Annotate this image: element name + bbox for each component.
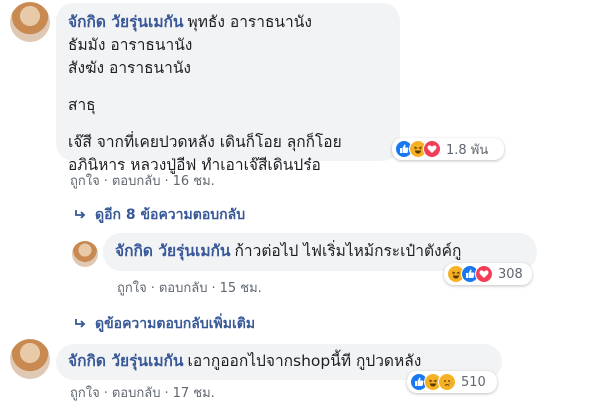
comment-timestamp[interactable]: 16 ชม. — [173, 174, 215, 189]
separator-dot: · — [103, 174, 108, 189]
comment-text-line: สังฆัง อาราธนานัง — [68, 59, 191, 77]
comment-actions: ถูกใจ · ตอบกลับ · 17 ชม. — [70, 382, 215, 403]
comment-author[interactable]: จักกิด วัยรุ่นเมกัน — [68, 13, 184, 31]
reply-timestamp[interactable]: 15 ชม. — [220, 281, 262, 296]
avatar[interactable] — [72, 241, 98, 267]
comment-text-line: พุทธัง อาราธนานัง — [187, 13, 312, 31]
separator-dot: · — [211, 281, 216, 296]
reaction-count: 510 — [461, 374, 486, 390]
comment-actions: ถูกใจ · ตอบกลับ · 16 ชม. — [70, 170, 215, 191]
reaction-count: 1.8 พัน — [446, 142, 489, 158]
view-more-replies-label: ดูข้อความตอบกลับเพิ่มเติม — [95, 316, 256, 332]
view-more-replies-link[interactable]: ดูข้อความตอบกลับเพิ่มเติม — [73, 313, 255, 335]
sad-icon — [438, 373, 456, 391]
separator-dot: · — [103, 386, 108, 401]
reply-arrow-icon — [75, 210, 86, 219]
separator-dot: · — [164, 386, 169, 401]
reaction-summary[interactable]: 1.8 พัน — [392, 138, 504, 160]
reply-author[interactable]: จักกิด วัยรุ่นเมกัน — [115, 242, 231, 260]
reply-actions: ถูกใจ · ตอบกลับ · 15 ชม. — [117, 277, 262, 298]
view-more-replies-link[interactable]: ดูอีก 8 ข้อความตอบกลับ — [73, 204, 245, 226]
comment-bubble: จักกิด วัยรุ่นเมกัน พุทธัง อาราธนานัง ธัม… — [56, 3, 400, 174]
comment-timestamp[interactable]: 17 ชม. — [173, 386, 215, 401]
view-more-replies-label: ดูอีก 8 ข้อความตอบกลับ — [95, 207, 246, 223]
avatar[interactable] — [10, 339, 50, 379]
avatar[interactable] — [10, 2, 50, 42]
reply-button[interactable]: ตอบกลับ — [159, 281, 208, 296]
like-button[interactable]: ถูกใจ — [70, 386, 100, 401]
like-button[interactable]: ถูกใจ — [70, 174, 100, 189]
reply-arrow-icon — [75, 319, 86, 328]
comment-text-line: เจ๊สี จากที่เคยปวดหลัง เดินก็โอย ลุกก็โอ… — [68, 133, 342, 151]
love-icon — [423, 140, 441, 158]
comment-text-line: ธัมมัง อาราธนานัง — [68, 36, 193, 54]
like-button[interactable]: ถูกใจ — [117, 281, 147, 296]
comment-text: เอากูออกไปจากshopนี้ที กูปวดหลัง — [187, 352, 422, 370]
love-icon — [475, 265, 493, 283]
reply-text: ก้าวต่อไป ไฟเริ่มไหม้กระเป๋าตังค์กู — [234, 242, 462, 260]
separator-dot: · — [150, 281, 155, 296]
reply-button[interactable]: ตอบกลับ — [112, 174, 161, 189]
reaction-count: 308 — [498, 266, 523, 282]
comment-author[interactable]: จักกิด วัยรุ่นเมกัน — [68, 352, 184, 370]
reaction-summary[interactable]: 308 — [444, 263, 532, 285]
reaction-summary[interactable]: 510 — [407, 371, 497, 393]
reply-button[interactable]: ตอบกลับ — [112, 386, 161, 401]
comment-text-line: สาธุ — [68, 96, 96, 114]
separator-dot: · — [164, 174, 169, 189]
